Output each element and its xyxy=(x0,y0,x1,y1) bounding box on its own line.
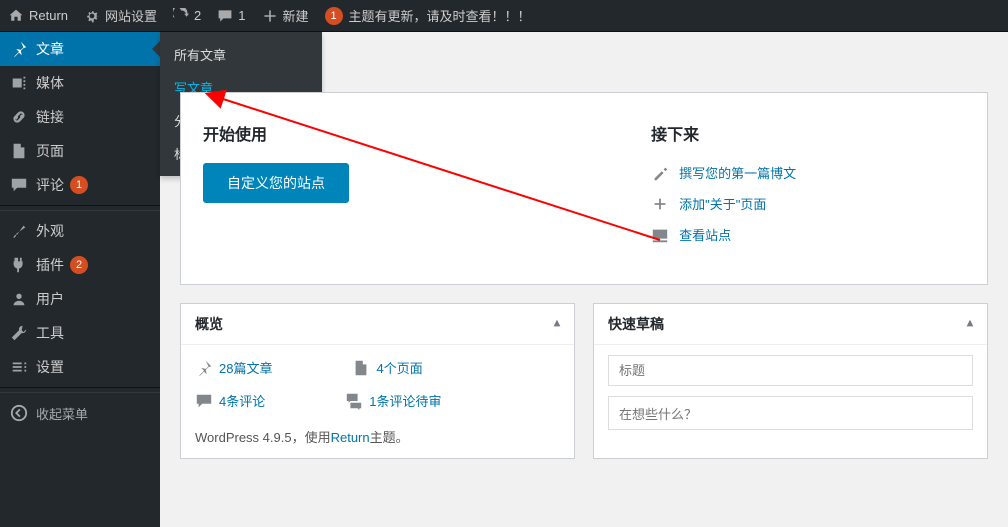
comments[interactable]: 1 xyxy=(209,0,253,32)
glance-pages-link[interactable]: 4个页面 xyxy=(376,358,422,377)
sidebar-item-plugins[interactable]: 插件 2 xyxy=(0,248,160,282)
sidebar-item-posts[interactable]: 文章 xyxy=(0,32,160,66)
next-link-label: 添加"关于"页面 xyxy=(679,194,766,213)
collapse-caret-icon[interactable]: ▾ xyxy=(554,317,560,331)
users-icon xyxy=(10,290,28,308)
comment-icon xyxy=(195,392,213,410)
plugin-icon xyxy=(10,256,28,274)
customize-site-button[interactable]: 自定义您的站点 xyxy=(203,163,349,203)
site-settings-label: 网站设置 xyxy=(105,6,157,25)
comments-count: 1 xyxy=(238,8,245,23)
gear-icon xyxy=(84,8,100,24)
link-icon xyxy=(10,108,28,126)
site-settings[interactable]: 网站设置 xyxy=(76,0,165,32)
admin-sidebar: 文章 媒体 链接 页面 评论 1 外观 插件 2 用户 工具 设置 收起 xyxy=(0,32,160,527)
glance-title: 概览 xyxy=(195,314,223,334)
sidebar-item-label: 评论 xyxy=(36,175,64,195)
glance-footer-prefix: WordPress 4.9.5，使用 xyxy=(195,430,331,445)
tools-icon xyxy=(10,324,28,342)
plus-icon xyxy=(651,195,669,213)
next-title: 接下来 xyxy=(651,121,965,145)
admin-topbar: Return 网站设置 2 1 新建 1 主题有更新，请及时查看！！！ xyxy=(0,0,1008,32)
sidebar-separator xyxy=(0,205,160,211)
sidebar-item-tools[interactable]: 工具 xyxy=(0,316,160,350)
glance-posts-link[interactable]: 28篇文章 xyxy=(219,358,272,377)
glance-box: 概览 ▾ 28篇文章 4个页面 4条评论 xyxy=(180,303,575,459)
sidebar-item-label: 页面 xyxy=(36,141,64,161)
next-link-view-site[interactable]: 查看站点 xyxy=(651,225,965,244)
sidebar-item-comments[interactable]: 评论 1 xyxy=(0,168,160,202)
glance-footer-link[interactable]: Return xyxy=(331,430,370,445)
sidebar-item-label: 设置 xyxy=(36,357,64,377)
glance-comments-link[interactable]: 4条评论 xyxy=(219,391,265,410)
sidebar-item-users[interactable]: 用户 xyxy=(0,282,160,316)
new-label: 新建 xyxy=(283,6,309,25)
settings-icon xyxy=(10,358,28,376)
quickdraft-box: 快速草稿 ▾ xyxy=(593,303,988,459)
collapse-label: 收起菜单 xyxy=(36,404,88,423)
notice-badge: 1 xyxy=(325,7,343,25)
brush-icon xyxy=(10,222,28,240)
next-link-label: 查看站点 xyxy=(679,225,731,244)
comments-icon xyxy=(345,392,363,410)
pin-icon xyxy=(195,359,213,377)
sidebar-item-pages[interactable]: 页面 xyxy=(0,134,160,168)
updates[interactable]: 2 xyxy=(165,0,209,32)
glance-posts[interactable]: 28篇文章 xyxy=(195,358,272,377)
media-icon xyxy=(10,74,28,92)
comment-icon xyxy=(10,176,28,194)
glance-pages[interactable]: 4个页面 xyxy=(352,358,422,377)
collapse-caret-icon[interactable]: ▾ xyxy=(967,317,973,331)
sidebar-item-label: 外观 xyxy=(36,221,64,241)
glance-footer: WordPress 4.9.5，使用Return主题。 xyxy=(195,427,560,446)
view-icon xyxy=(651,226,669,244)
site-name: Return xyxy=(29,8,68,23)
sidebar-item-links[interactable]: 链接 xyxy=(0,100,160,134)
next-link-write[interactable]: 撰写您的第一篇博文 xyxy=(651,163,965,182)
welcome-panel: 开始使用 自定义您的站点 接下来 撰写您的第一篇博文 添加"关于"页面 xyxy=(180,92,988,285)
glance-pending-comments[interactable]: 1条评论待审 xyxy=(345,391,441,410)
notice-text: 主题有更新，请及时查看！！！ xyxy=(349,6,531,25)
sidebar-item-label: 插件 xyxy=(36,255,64,275)
page-icon xyxy=(352,359,370,377)
sidebar-item-label: 文章 xyxy=(36,39,64,59)
site-home[interactable]: Return xyxy=(0,0,76,32)
quickdraft-title: 快速草稿 xyxy=(608,314,664,334)
collapse-menu[interactable]: 收起菜单 xyxy=(0,396,160,430)
write-icon xyxy=(651,164,669,182)
quickdraft-content-input[interactable] xyxy=(608,396,973,430)
sidebar-separator xyxy=(0,387,160,393)
theme-notice[interactable]: 1 主题有更新，请及时查看！！！ xyxy=(317,0,539,32)
comment-badge: 1 xyxy=(70,176,88,194)
glance-footer-suffix: 主题。 xyxy=(370,430,409,445)
sidebar-item-label: 用户 xyxy=(36,289,64,309)
plus-icon xyxy=(262,8,278,24)
pin-icon xyxy=(10,40,28,58)
new-content[interactable]: 新建 xyxy=(254,0,317,32)
home-icon xyxy=(8,8,24,24)
collapse-icon xyxy=(10,404,28,422)
refresh-icon xyxy=(173,8,189,24)
glance-comments[interactable]: 4条评论 xyxy=(195,391,265,410)
sidebar-item-label: 媒体 xyxy=(36,73,64,93)
quickdraft-title-input[interactable] xyxy=(608,355,973,386)
next-link-add-page[interactable]: 添加"关于"页面 xyxy=(651,194,965,213)
glance-pending-link[interactable]: 1条评论待审 xyxy=(369,391,441,410)
sidebar-item-label: 链接 xyxy=(36,107,64,127)
sidebar-item-settings[interactable]: 设置 xyxy=(0,350,160,384)
sidebar-item-label: 工具 xyxy=(36,323,64,343)
main-content: 开始使用 自定义您的站点 接下来 撰写您的第一篇博文 添加"关于"页面 xyxy=(160,32,1008,527)
sidebar-item-appearance[interactable]: 外观 xyxy=(0,214,160,248)
sidebar-item-media[interactable]: 媒体 xyxy=(0,66,160,100)
next-link-label: 撰写您的第一篇博文 xyxy=(679,163,796,182)
page-icon xyxy=(10,142,28,160)
comment-icon xyxy=(217,8,233,24)
start-title: 开始使用 xyxy=(203,121,611,145)
updates-count: 2 xyxy=(194,8,201,23)
plugin-badge: 2 xyxy=(70,256,88,274)
